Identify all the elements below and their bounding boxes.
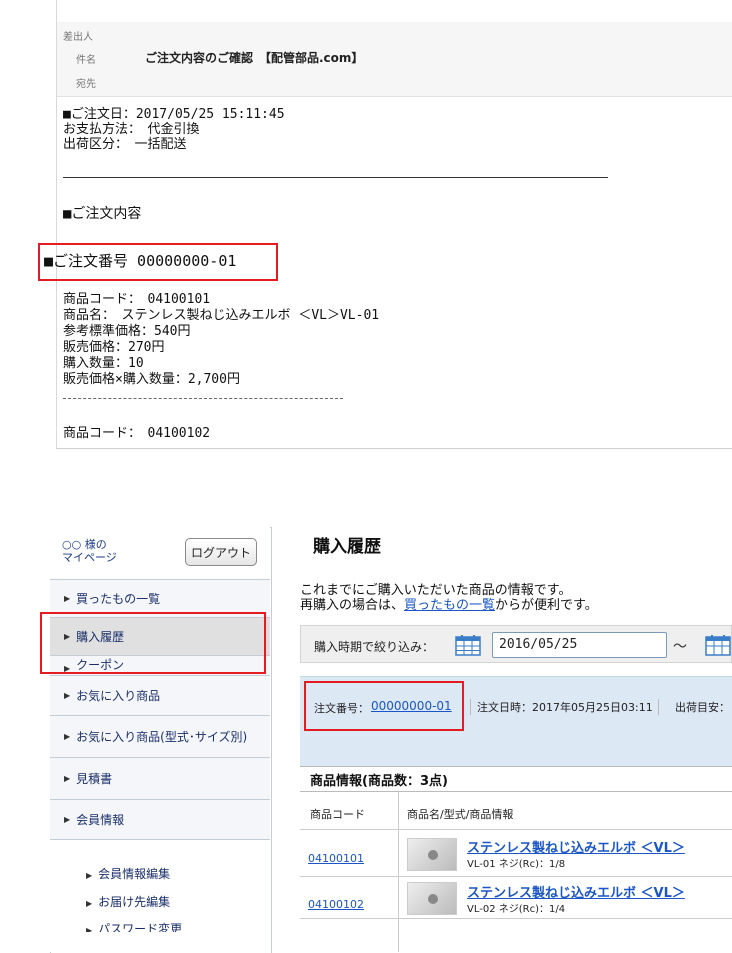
email-subject-label: 件名 <box>76 55 96 66</box>
intro-line-2: 再購入の場合は、買ったもの一覧からが便利です。 <box>300 598 598 613</box>
date-filter-label: 購入時期で絞り込み： <box>314 640 435 654</box>
sidebar-subitem-label: 会員情報編集 <box>98 867 171 881</box>
triangle-icon: ▶ <box>86 899 93 908</box>
email-payment-method: お支払方法： 代金引換 <box>63 122 200 137</box>
email-subject: ご注文内容のご確認 【配管部品.com】 <box>145 51 364 65</box>
product-spec: VL-01 ネジ(Rc)：1/8 <box>467 859 566 870</box>
email-order-date: ■ご注文日：2017/05/25 15:11:45 <box>63 107 285 122</box>
email-item-divider <box>63 398 343 399</box>
sidebar-item-label: 見積書 <box>76 772 113 786</box>
order-datetime: 注文日時：2017年05月25日03:11 <box>470 699 653 715</box>
purchased-list-link[interactable]: 買ったもの一覧 <box>404 598 495 613</box>
email-to-label: 宛先 <box>76 79 96 90</box>
sidebar-item-label: お気に入り商品 <box>76 689 161 703</box>
product-name-link[interactable]: ステンレス製ねじ込みエルボ ＜VL＞ <box>467 837 685 856</box>
sidebar-subitem-label: パスワード変更 <box>98 922 183 932</box>
sidebar-subitem-label: お届け先編集 <box>98 895 171 909</box>
sidebar-subitem-change-password[interactable]: ▶ パスワード変更 <box>86 920 182 932</box>
page-title: 購入履歴 <box>313 537 381 557</box>
sidebar-item-member-info[interactable]: ▶ 会員情報 <box>50 800 270 840</box>
triangle-icon: ▶ <box>64 815 71 824</box>
product-code-link[interactable]: 04100102 <box>308 898 364 911</box>
sidebar-subitem-edit-member[interactable]: ▶ 会員情報編集 <box>86 865 170 882</box>
shipping-estimate: 出荷目安： <box>658 699 730 715</box>
email-from-label: 差出人 <box>63 32 93 43</box>
user-name: ○○ 様の <box>62 538 107 551</box>
email-order-contents-heading: ■ご注文内容 <box>63 206 142 222</box>
email-item2-code: 商品コード： 04100102 <box>63 426 211 441</box>
triangle-icon: ▶ <box>86 871 93 880</box>
email-item1-subtotal: 販売価格×購入数量：2,700円 <box>63 372 240 387</box>
row-divider <box>300 876 732 877</box>
logout-button[interactable]: ログアウト <box>185 538 257 566</box>
date-from-input[interactable]: 2016/05/25 <box>492 632 667 658</box>
items-title: 商品情報(商品数：3点) <box>310 774 448 789</box>
column-divider <box>398 792 399 952</box>
intro-text: これまでにご購入いただいた商品の情報です。 再購入の場合は、買ったもの一覧からが… <box>300 583 598 613</box>
intro-text-post: からが便利です。 <box>495 598 598 613</box>
sidebar-user: ○○ 様の マイページ <box>62 538 117 564</box>
triangle-icon: ▶ <box>64 594 71 603</box>
product-name-link[interactable]: ステンレス製ねじ込みエルボ ＜VL＞ <box>467 882 685 901</box>
sidebar-highlight-box <box>40 612 266 674</box>
column-product-name: 商品名/型式/商品情報 <box>407 808 514 821</box>
sidebar-item-favorites-by-size[interactable]: ▶ お気に入り商品(型式･サイズ別) <box>50 716 270 758</box>
column-product-code: 商品コード <box>310 808 365 821</box>
sidebar-item-label: 買ったもの一覧 <box>76 592 161 606</box>
sidebar-item-label: 会員情報 <box>76 813 125 827</box>
sidebar-subitem-edit-address[interactable]: ▶ お届け先編集 <box>86 893 170 910</box>
triangle-icon: ▶ <box>64 691 71 700</box>
sidebar-item-label: お気に入り商品(型式･サイズ別) <box>76 730 248 744</box>
email-item1-price: 販売価格：270円 <box>63 340 165 355</box>
user-page-label: マイページ <box>62 551 117 564</box>
email-item1-list-price: 参考標準価格：540円 <box>63 324 191 339</box>
intro-text-pre: 再購入の場合は、 <box>300 598 405 613</box>
intro-line-1: これまでにご購入いただいた商品の情報です。 <box>300 583 572 598</box>
calendar-icon[interactable] <box>455 634 481 656</box>
order-number-highlight <box>304 681 464 731</box>
date-range-separator: ～ <box>673 639 687 655</box>
calendar-icon[interactable] <box>705 634 731 656</box>
triangle-icon: ▶ <box>64 774 71 783</box>
triangle-icon: ▶ <box>86 926 93 932</box>
email-shipping-type: 出荷区分： 一括配送 <box>63 137 187 152</box>
row-divider <box>300 918 732 919</box>
product-spec: VL-02 ネジ(Rc)：1/4 <box>467 904 566 915</box>
email-item1-name: 商品名： ステンレス製ねじ込みエルボ ＜VL＞VL-01 <box>63 308 380 323</box>
email-item1-code: 商品コード： 04100101 <box>63 292 211 307</box>
email-item1-quantity: 購入数量：10 <box>63 356 144 371</box>
triangle-icon: ▶ <box>64 732 71 741</box>
product-code-link[interactable]: 04100101 <box>308 852 364 865</box>
sidebar-item-favorites[interactable]: ▶ お気に入り商品 <box>50 676 270 716</box>
email-separator <box>63 177 608 178</box>
sidebar-item-quotation[interactable]: ▶ 見積書 <box>50 758 270 800</box>
product-thumbnail[interactable] <box>407 882 457 915</box>
email-order-number-highlight <box>38 243 278 281</box>
product-thumbnail[interactable] <box>407 838 457 871</box>
